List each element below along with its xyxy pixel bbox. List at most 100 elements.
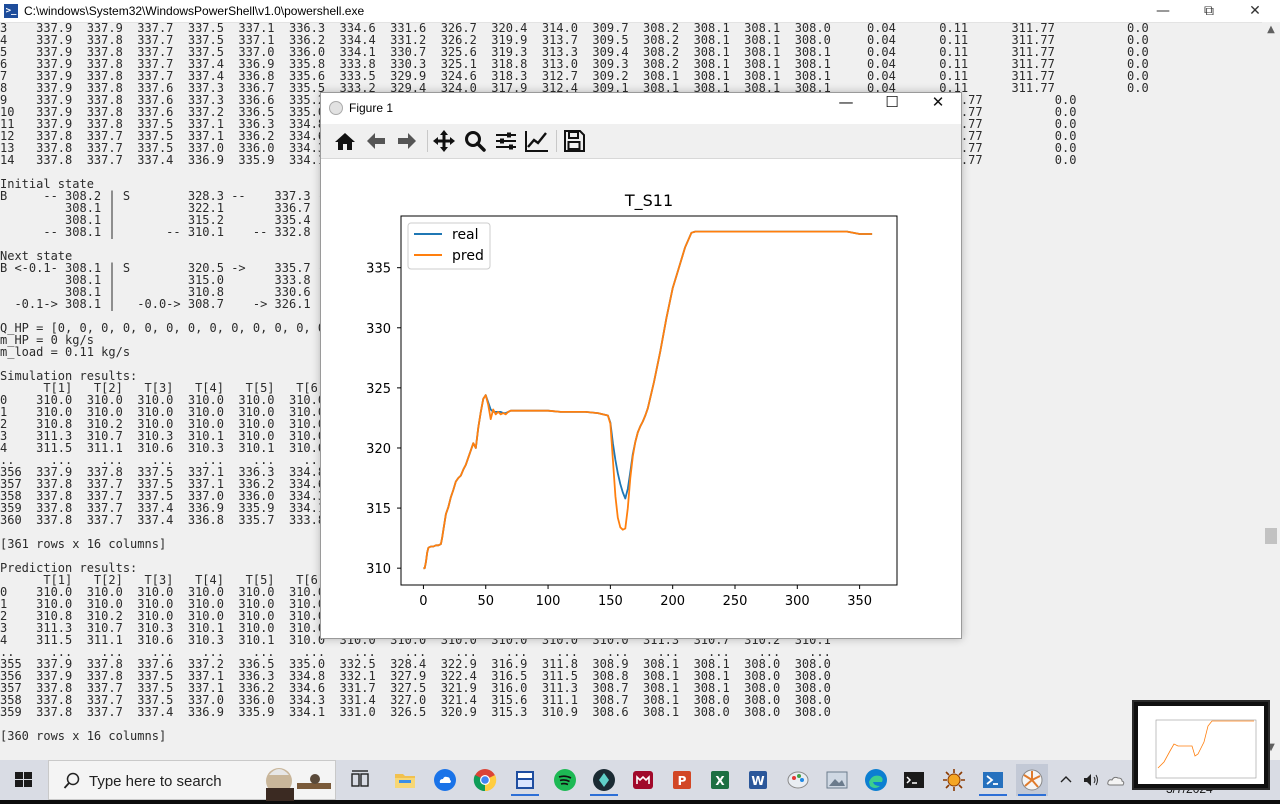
photos-button[interactable] [821,764,853,796]
chevron-up-icon [1060,776,1072,783]
console-line: [360 rows x 16 columns] [0,729,167,743]
save-icon [564,130,585,152]
search-box[interactable]: Type here to search [48,760,336,801]
mendeley-button[interactable] [627,764,659,796]
photos-icon [826,771,848,789]
chart-title: T_S11 [624,191,673,211]
x-tick-label: 150 [598,594,623,609]
close-button[interactable]: ✕ [1232,0,1278,22]
figure-close-button[interactable]: ✕ [915,93,961,124]
scroll-up-arrow-icon[interactable]: ▲ [1262,24,1280,40]
powershell-titlebar[interactable]: >_ C:\windows\System32\WindowsPowerShell… [0,0,1280,23]
cloud-app-button[interactable] [429,764,461,796]
console-line: -0.1-> 308.1 | -0.0-> 308.7 -> 326.1 [14,297,311,311]
figure-maximize-button[interactable]: ☐ [869,93,915,124]
dark-app-button[interactable] [588,764,620,796]
pan-button[interactable] [430,128,458,154]
figure-titlebar[interactable]: Figure 1 — ☐ ✕ [321,93,961,124]
terminal-button[interactable] [898,764,930,796]
powerpoint-icon: P [673,771,691,789]
minimize-button[interactable]: — [1140,0,1186,22]
cloud-app-icon [434,769,456,791]
spotify-icon [554,769,576,791]
mendeley-icon [633,771,653,789]
active-indicator [511,794,539,796]
powershell-taskbar-button[interactable] [977,764,1009,796]
save-button[interactable] [560,128,588,154]
svg-text:W: W [751,774,764,788]
task-view-button[interactable] [344,764,376,796]
chrome-button[interactable] [469,764,501,796]
taskbar: Type here to search P X W [0,760,1280,801]
configure-subplots-button[interactable] [492,128,520,154]
y-tick-label: 325 [366,382,391,397]
windows-logo-icon [15,772,32,787]
paint-button[interactable] [782,764,814,796]
figure-title: Figure 1 [349,101,394,115]
paint-icon [787,771,809,789]
start-button[interactable] [0,760,48,800]
x-tick-label: 0 [419,594,427,609]
svg-text:X: X [715,774,725,788]
series-line-real [423,230,873,570]
calculator-app-button[interactable] [509,764,541,796]
file-explorer-button[interactable] [389,764,421,796]
forward-icon [398,133,416,149]
active-indicator [979,794,1007,796]
console-line: 360 337.8 337.7 337.4 336.8 335.7 333.8 [0,513,326,527]
edge-button[interactable] [860,764,892,796]
x-tick-label: 100 [536,594,561,609]
svg-text:P: P [678,774,687,788]
volume-icon [1084,774,1098,786]
restore-button[interactable]: ⧉ [1186,0,1232,22]
home-button[interactable] [331,128,359,154]
forward-button[interactable] [393,128,421,154]
word-button[interactable]: W [742,764,774,796]
zoom-button[interactable] [461,128,489,154]
y-tick-label: 330 [366,322,391,337]
legend-label-pred: pred [452,248,484,264]
task-view-icon [351,770,369,787]
back-button[interactable] [362,128,390,154]
chrome-icon [473,769,497,792]
edit-axis-button[interactable] [523,128,551,154]
figure-minimize-button[interactable]: — [823,93,869,124]
console-line: -- 308.1 | -- 310.1 -- 332.8 [43,225,311,239]
sun-app-button[interactable] [938,764,970,796]
legend-label-real: real [452,227,479,243]
show-hidden-icons-button[interactable] [1058,772,1074,792]
console-line: [361 rows x 16 columns] [0,537,167,551]
figure-thumbnail-preview[interactable] [1132,700,1270,790]
excel-button[interactable]: X [704,764,736,796]
edge-icon [865,769,887,791]
scrollbar-thumb[interactable] [1265,528,1277,544]
series-line-pred [423,230,873,570]
powershell-icon [983,772,1003,788]
y-tick-label: 335 [366,262,391,277]
cloud-icon [1107,776,1125,786]
figure-canvas[interactable]: T_S11 0 50 100 150 200 250 300 350 310 315 320 325 3… [321,159,961,637]
x-tick-label: 350 [847,594,872,609]
volume-button[interactable] [1082,772,1100,792]
series-layer [423,230,873,570]
powerpoint-button[interactable]: P [666,764,698,796]
powershell-icon: >_ [4,4,18,18]
sun-app-icon [943,769,965,791]
x-tick-label: 250 [723,594,748,609]
zoom-icon [465,131,486,152]
word-icon: W [749,771,767,789]
onedrive-button[interactable] [1106,772,1126,792]
file-explorer-icon [395,774,415,788]
x-tick-label: 200 [660,594,685,609]
console-line: 359 337.8 337.7 337.4 336.9 335.9 334.1 … [0,705,831,719]
python-figure-icon [1021,769,1043,791]
y-tick-label: 315 [366,502,391,517]
home-icon [335,133,355,150]
console-scrollbar[interactable]: ▲ ▼ [1262,22,1280,760]
window-title: C:\windows\System32\WindowsPowerShell\v1… [24,4,365,18]
line-chart: T_S11 0 50 100 150 200 250 300 350 310 315 320 325 3… [366,191,898,609]
spotify-button[interactable] [549,764,581,796]
toolbar-separator [427,130,428,152]
python-figure-button[interactable] [1016,764,1048,796]
edit-axis-icon [525,131,548,152]
